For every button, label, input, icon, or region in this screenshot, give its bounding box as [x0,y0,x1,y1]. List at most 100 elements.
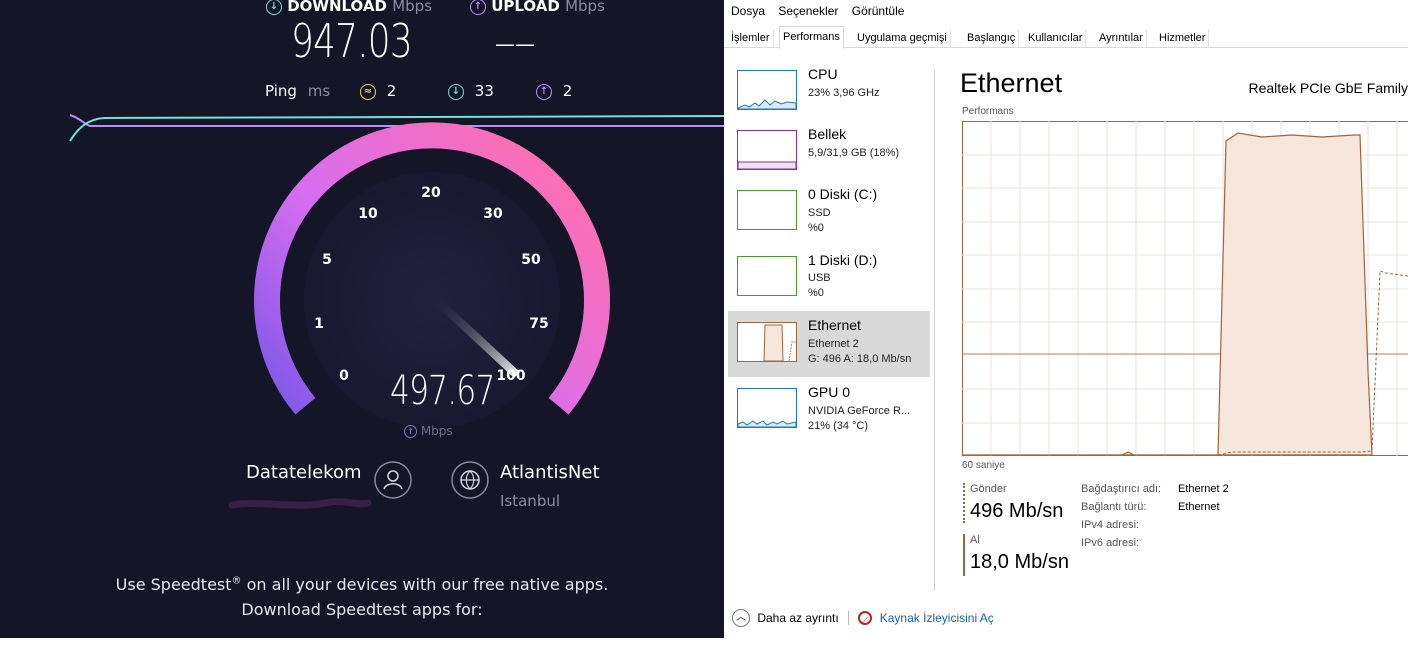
ping-upload-value: 2 [562,82,573,100]
detail-key-ipv6: IPv6 adresi: [1081,537,1140,549]
receive-legend-bar [963,534,965,576]
detail-value-adapter: Ethernet 2 [1178,483,1229,495]
ping-upload: ↑ 2 [536,82,572,100]
ping-idle: ≈ 2 [360,82,396,100]
gauge-tick: 10 [358,206,378,222]
memory-thumbnail [737,130,797,170]
sidebar-item-title: 1 Diski (D:) [808,252,878,268]
gauge-tick: 30 [483,206,503,222]
chevron-up-icon[interactable]: ︿ [732,609,750,627]
task-manager-window: Dosya Seçenekler Görüntüle İşlemler Perf… [724,0,1408,648]
promo-line-1-post: on all your devices with our free native… [241,575,609,594]
ethernet-thumbnail [737,322,797,362]
provider-name: Datatelekom [246,462,362,483]
user-icon-body [383,483,403,490]
sidebar-item-memory[interactable]: Bellek 5,9/31,9 GB (18%) [728,120,930,186]
gauge-unit-label: Mbps [420,424,453,438]
gauge-tick: 5 [322,252,332,268]
sidebar-divider [934,70,935,590]
disk-c-thumbnail [737,190,797,230]
promo-line-2: Download Speedtest apps for: [241,600,483,619]
receive-value: 18,0 Mb/sn [970,551,1069,573]
adapter-name: Realtek PCIe GbE Family [1248,80,1408,96]
ping-download: ↓ 33 [448,82,494,100]
sidebar-item-cpu[interactable]: CPU 23% 3,96 GHz [728,60,930,126]
menu-item-options[interactable]: Seçenekler [778,4,838,18]
throughput-graph [962,121,1408,456]
sidebar-item-title: 0 Diski (C:) [808,186,878,202]
idle-latency-icon: ≈ [360,83,376,100]
detail-key-adapter: Bağdaştırıcı adı: [1081,483,1162,495]
disk-d-thumbnail [737,256,797,296]
download-unit: Mbps [392,0,433,15]
sidebar-item-sub: 23% 3,96 GHz [808,87,880,99]
gauge-upload-icon: ↑ [404,425,417,438]
sidebar-item-sub: %0 [808,287,824,299]
ping-label-group: Ping ms [265,82,330,100]
ping-label: Ping [265,82,297,100]
upload-arrow-icon: ↑ [470,0,486,15]
upload-header: ↑ UPLOAD Mbps [470,0,605,15]
resource-monitor-link[interactable]: Kaynak İzleyicisini Aç [880,611,994,625]
gauge-tick: 0 [339,368,349,384]
registered-mark: ® [231,575,242,587]
gauge-tick: 1 [314,316,324,332]
tab-bar: İşlemler Performans Uygulama geçmişi Baş… [724,26,1408,49]
sidebar-item-sub: SSD [808,207,831,219]
sidebar-item-sub: 5,9/31,9 GB (18%) [808,147,900,159]
sidebar-item-title: CPU [808,66,838,82]
gpu-thumbnail [737,388,797,428]
sidebar-item-title: Bellek [808,126,847,142]
sidebar-item-sub: Ethernet 2 [808,338,859,350]
redaction-mark [228,498,372,509]
menu-item-file[interactable]: Dosya [731,4,765,18]
gauge-tick: 20 [421,185,441,201]
ping-unit: ms [307,82,331,100]
tab-startup[interactable]: Başlangıç [964,29,1020,47]
gauge-tick: 75 [529,316,548,332]
cpu-thumbnail [737,70,797,110]
detail-key-connection: Bağlantı türü: [1081,501,1147,513]
promo-line-1-pre: Use Speedtest [115,575,232,594]
server-name[interactable]: AtlantisNet [500,462,600,483]
gauge-tick: 50 [521,252,541,268]
sidebar-item-gpu[interactable]: GPU 0 NVIDIA GeForce R... 21% (34 °C) [728,378,930,444]
send-legend-bar [963,483,967,523]
tab-performance[interactable]: Performans [779,26,844,49]
upload-unit: Mbps [565,0,605,15]
send-value: 496 Mb/sn [970,500,1064,522]
gauge-unit: ↑ Mbps [404,424,453,438]
sidebar-item-title: GPU 0 [808,384,851,400]
tab-app-history[interactable]: Uygulama geçmişi [854,29,951,47]
download-latency-icon: ↓ [448,83,464,100]
sidebar-item-title: Ethernet [808,317,861,333]
receive-label: Al [970,534,980,546]
download-arrow-icon: ↓ [266,0,282,15]
sidebar-item-sub: %0 [808,222,824,234]
send-label: Gönder [970,483,1007,495]
detail-key-ipv4: IPv4 adresi: [1081,519,1140,531]
tab-details[interactable]: Ayrıntılar [1096,29,1147,47]
menu-item-view[interactable]: Görüntüle [852,4,905,18]
time-window-label: 60 saniye [962,460,1005,471]
sidebar-item-disk-c[interactable]: 0 Diski (C:) SSD %0 [728,180,930,246]
tab-services[interactable]: Hizmetler [1156,29,1210,47]
download-value: 947.03 [291,14,413,68]
upload-label: UPLOAD [491,0,560,15]
tab-users[interactable]: Kullanıcılar [1025,29,1087,47]
ping-idle-value: 2 [386,82,397,100]
promo-line-1: Use Speedtest® on all your devices with … [0,575,724,594]
detail-value-connection: Ethernet [1178,501,1220,513]
sidebar-item-disk-d[interactable]: 1 Diski (D:) USB %0 [728,246,930,312]
download-label: DOWNLOAD [287,0,387,15]
sidebar-item-sub: NVIDIA GeForce R... [808,405,911,417]
gauge-tick: 100 [496,368,525,384]
user-icon-head [387,470,399,482]
ping-download-value: 33 [474,82,494,100]
sidebar-item-sub: G: 496 A: 18,0 Mb/sn [808,353,912,365]
tab-processes[interactable]: İşlemler [728,29,774,47]
gauge-current-value: 497.67 [390,368,495,414]
menu-bar: Dosya Seçenekler Görüntüle [731,4,914,18]
sidebar-item-ethernet[interactable]: Ethernet Ethernet 2 G: 496 A: 18,0 Mb/sn [728,311,930,377]
less-details-button[interactable]: Daha az ayrıntı [757,611,838,625]
